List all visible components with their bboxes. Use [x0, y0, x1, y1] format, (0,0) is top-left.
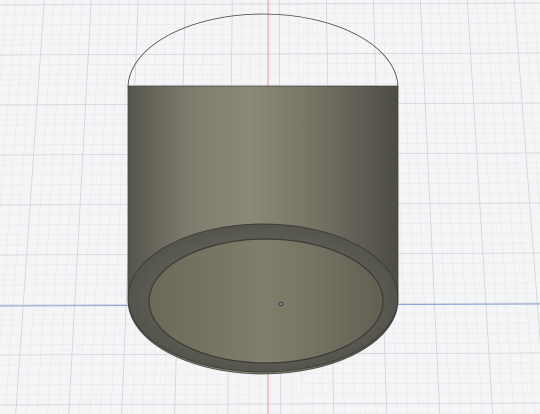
grid-line	[438, 0, 462, 414]
grid-line	[110, 0, 130, 414]
grid-line	[68, 0, 92, 414]
grid-line	[0, 0, 17, 211]
grid-line	[401, 0, 419, 414]
grid-line	[532, 0, 540, 88]
cylinder-inner-bore[interactable]	[148, 238, 384, 364]
grid-line	[523, 0, 540, 211]
hollow-cylinder-model[interactable]	[127, 10, 399, 375]
grid-line	[36, 0, 64, 414]
grid-line	[429, 0, 451, 414]
grid-line	[476, 0, 504, 414]
grid-line	[513, 0, 540, 344]
grid-line	[57, 0, 83, 414]
grid-line	[47, 0, 73, 414]
3d-viewport[interactable]	[0, 0, 540, 414]
viewport-canvas[interactable]	[0, 0, 540, 414]
grid-line	[419, 0, 441, 414]
grid-line	[448, 0, 472, 414]
grid-line	[410, 0, 430, 414]
grid-line	[0, 0, 26, 345]
origin-point-icon[interactable]	[278, 301, 284, 307]
grid-line	[89, 0, 111, 414]
grid-line	[100, 0, 120, 414]
grid-line	[79, 0, 101, 414]
grid-line	[466, 0, 494, 414]
grid-line	[457, 0, 483, 414]
grid-line	[0, 0, 7, 87]
